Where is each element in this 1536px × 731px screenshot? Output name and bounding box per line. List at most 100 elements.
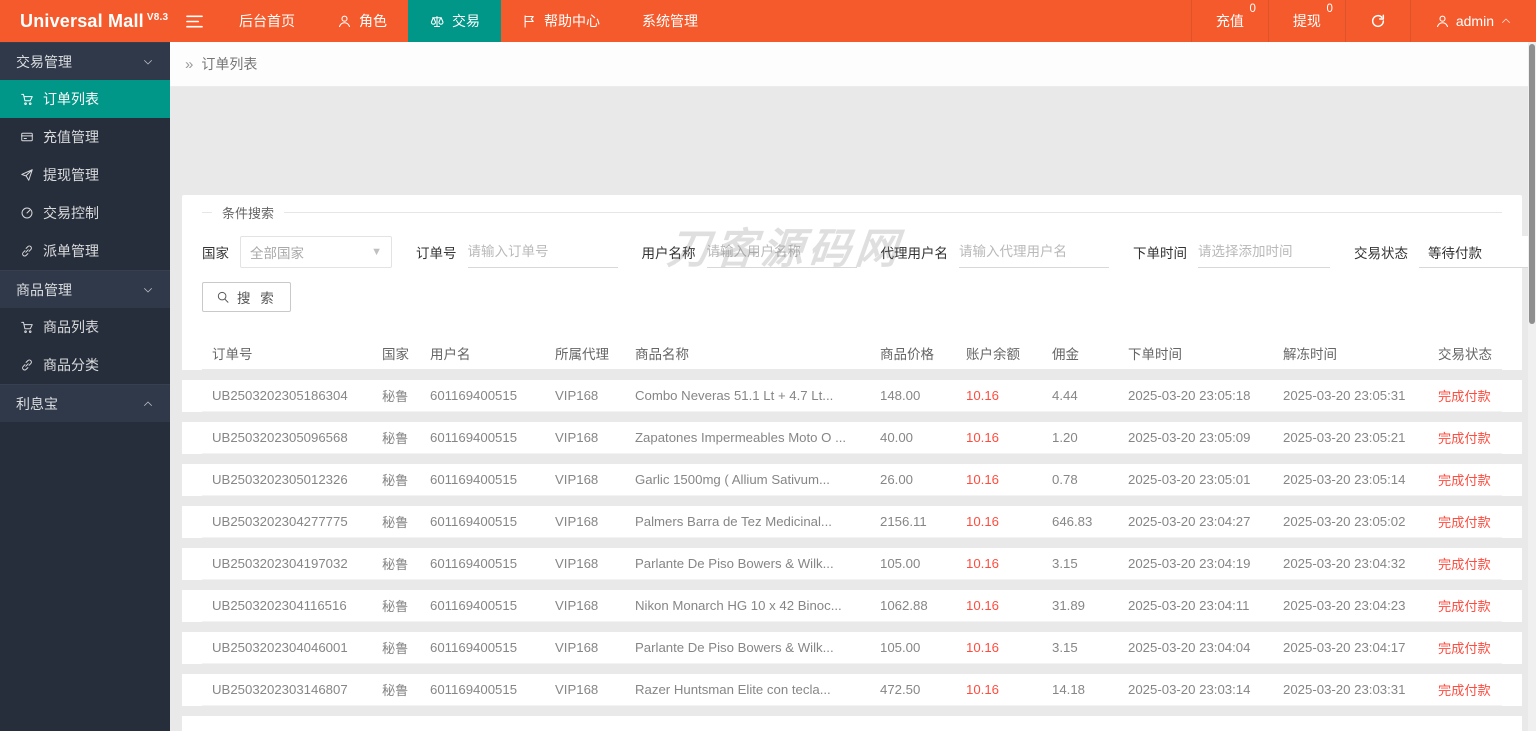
sidebar-item-dispatch-mgmt[interactable]: 派单管理 <box>0 232 170 270</box>
row-gap <box>182 496 1522 506</box>
sidebar-item-label: 派单管理 <box>43 243 99 259</box>
cell-status: 完成付款 <box>1438 641 1491 656</box>
cell-username: 601169400515 <box>430 598 518 613</box>
search-button[interactable]: 搜 索 <box>202 282 291 312</box>
cell-order-time: 2025-03-20 23:05:18 <box>1128 388 1251 403</box>
breadcrumb-arrow-icon: » <box>185 55 194 73</box>
vertical-scrollbar-thumb[interactable] <box>1529 44 1535 324</box>
col-header-agent: 所属代理 <box>555 346 609 362</box>
cell-country: 秘鲁 <box>382 389 409 404</box>
cell-agent: VIP168 <box>555 556 599 571</box>
main-area: » 订单列表 条件搜索 国家 全部国家 ▼ 订单号 请输入订单号 用户名称 请输… <box>170 42 1536 731</box>
table-row: UB2503202303146807 秘鲁 601169400515 VIP16… <box>202 674 1502 706</box>
sidebar-item-label: 提现管理 <box>43 167 99 183</box>
cell-balance: 10.16 <box>966 682 1000 697</box>
cell-country: 秘鲁 <box>382 683 409 698</box>
cell-product: Combo Neveras 51.1 Lt + 4.7 Lt... <box>635 388 834 403</box>
sidebar-item-order-list[interactable]: 订单列表 <box>0 80 170 118</box>
cell-username: 601169400515 <box>430 556 518 571</box>
sidebar-group-label: 商品管理 <box>16 281 72 298</box>
agent-input[interactable] <box>959 236 1109 268</box>
sidebar-toggle-button[interactable] <box>170 0 218 42</box>
country-select[interactable]: 全部国家 ▼ <box>240 236 392 268</box>
sidebar-item-product-list[interactable]: 商品列表 <box>0 308 170 346</box>
chevron-down-icon <box>144 59 152 64</box>
user-icon <box>1436 15 1448 27</box>
recharge-button[interactable]: 充值 0 <box>1190 0 1268 42</box>
tab-dashboard[interactable]: 后台首页 <box>218 0 316 42</box>
scales-icon <box>430 15 444 27</box>
withdraw-label: 提现 <box>1292 13 1321 29</box>
cell-balance: 10.16 <box>966 430 1000 445</box>
tab-label: 帮助中心 <box>544 13 600 29</box>
col-header-username: 用户名 <box>430 346 471 362</box>
sidebar-item-recharge-mgmt[interactable]: 充值管理 <box>0 118 170 156</box>
order-time-input[interactable] <box>1198 236 1330 268</box>
cell-price: 472.50 <box>880 682 921 697</box>
cell-agent: VIP168 <box>555 682 599 697</box>
cell-unfreeze-time: 2025-03-20 23:05:21 <box>1283 430 1406 445</box>
cell-country: 秘鲁 <box>382 473 409 488</box>
col-header-country: 国家 <box>382 346 409 362</box>
tab-roles[interactable]: 角色 <box>316 0 408 42</box>
cell-unfreeze-time: 2025-03-20 23:04:17 <box>1283 640 1406 655</box>
sidebar-item-label: 订单列表 <box>43 91 99 107</box>
cell-country: 秘鲁 <box>382 557 409 572</box>
cell-status: 完成付款 <box>1438 515 1491 530</box>
table-row: UB2503202305186304 秘鲁 601169400515 VIP16… <box>202 380 1502 412</box>
refresh-icon <box>1371 14 1384 28</box>
cell-price: 105.00 <box>880 640 921 655</box>
withdraw-button[interactable]: 提现 0 <box>1267 0 1345 42</box>
table-row: UB2503202305012326 秘鲁 601169400515 VIP16… <box>202 464 1502 496</box>
cell-order-no: UB2503202305012326 <box>212 472 348 487</box>
cell-order-time: 2025-03-20 23:04:11 <box>1128 598 1250 613</box>
cell-agent: VIP168 <box>555 598 599 613</box>
tab-system-admin[interactable]: 系统管理 <box>621 0 719 42</box>
cell-username: 601169400515 <box>430 682 518 697</box>
filter-order-time: 下单时间 <box>1133 236 1330 268</box>
table-row: UB2503202304277775 秘鲁 601169400515 VIP16… <box>202 506 1502 538</box>
cell-unfreeze-time: 2025-03-20 23:05:14 <box>1283 472 1406 487</box>
cell-product: Palmers Barra de Tez Medicinal... <box>635 514 832 529</box>
filter-legend: 条件搜索 <box>222 206 275 221</box>
cell-commission: 14.18 <box>1052 682 1086 697</box>
refresh-button[interactable] <box>1344 0 1410 42</box>
orders-table: 订单号 国家 用户名 所属代理 商品名称 商品价格 账户余额 佣金 下单时间 解… <box>182 336 1522 731</box>
status-select[interactable]: 等待付款 ▼ <box>1419 236 1536 268</box>
tab-trade[interactable]: 交易 <box>408 0 501 42</box>
sidebar-group-interest-treasure[interactable]: 利息宝 <box>0 384 170 422</box>
cell-order-no: UB2503202304277775 <box>212 514 348 529</box>
sidebar-item-label: 商品列表 <box>43 319 99 335</box>
sidebar-group-product-mgmt[interactable]: 商品管理 <box>0 270 170 308</box>
cell-balance: 10.16 <box>966 514 1000 529</box>
col-header-product: 商品名称 <box>635 346 689 362</box>
sidebar-group-trade-mgmt[interactable]: 交易管理 <box>0 42 170 80</box>
content: 条件搜索 国家 全部国家 ▼ 订单号 用户名称 <box>170 87 1536 731</box>
withdraw-badge: 0 <box>1326 3 1333 15</box>
tab-help-center[interactable]: 帮助中心 <box>501 0 621 42</box>
sidebar-item-trade-control[interactable]: 交易控制 <box>0 194 170 232</box>
cell-status: 完成付款 <box>1438 389 1491 404</box>
cell-order-no: UB2503202304046001 <box>212 640 348 655</box>
sidebar-item-withdraw-mgmt[interactable]: 提现管理 <box>0 156 170 194</box>
filter-fieldset: 条件搜索 <box>202 203 1502 222</box>
gauge-icon <box>21 207 33 219</box>
vertical-scrollbar[interactable] <box>1528 42 1536 731</box>
cell-status: 完成付款 <box>1438 431 1491 446</box>
cell-agent: VIP168 <box>555 430 599 445</box>
topbar-actions: 充值 0 提现 0 admin <box>1190 0 1536 42</box>
user-menu[interactable]: admin <box>1409 0 1536 42</box>
search-button-label: 搜 索 <box>237 291 277 306</box>
tab-label: 后台首页 <box>239 13 295 29</box>
table-row: UB2503202305096568 秘鲁 601169400515 VIP16… <box>202 422 1502 454</box>
cell-balance: 10.16 <box>966 598 1000 613</box>
cell-price: 148.00 <box>880 388 921 403</box>
link-icon <box>22 245 32 257</box>
sidebar-item-product-category[interactable]: 商品分类 <box>0 346 170 384</box>
order-no-input[interactable] <box>467 236 618 268</box>
cart-icon <box>21 93 33 105</box>
username-input[interactable] <box>706 236 857 268</box>
cell-order-no: UB2503202305096568 <box>212 430 348 445</box>
sidebar-group-label: 交易管理 <box>16 53 72 70</box>
col-header-order-no: 订单号 <box>212 346 253 362</box>
